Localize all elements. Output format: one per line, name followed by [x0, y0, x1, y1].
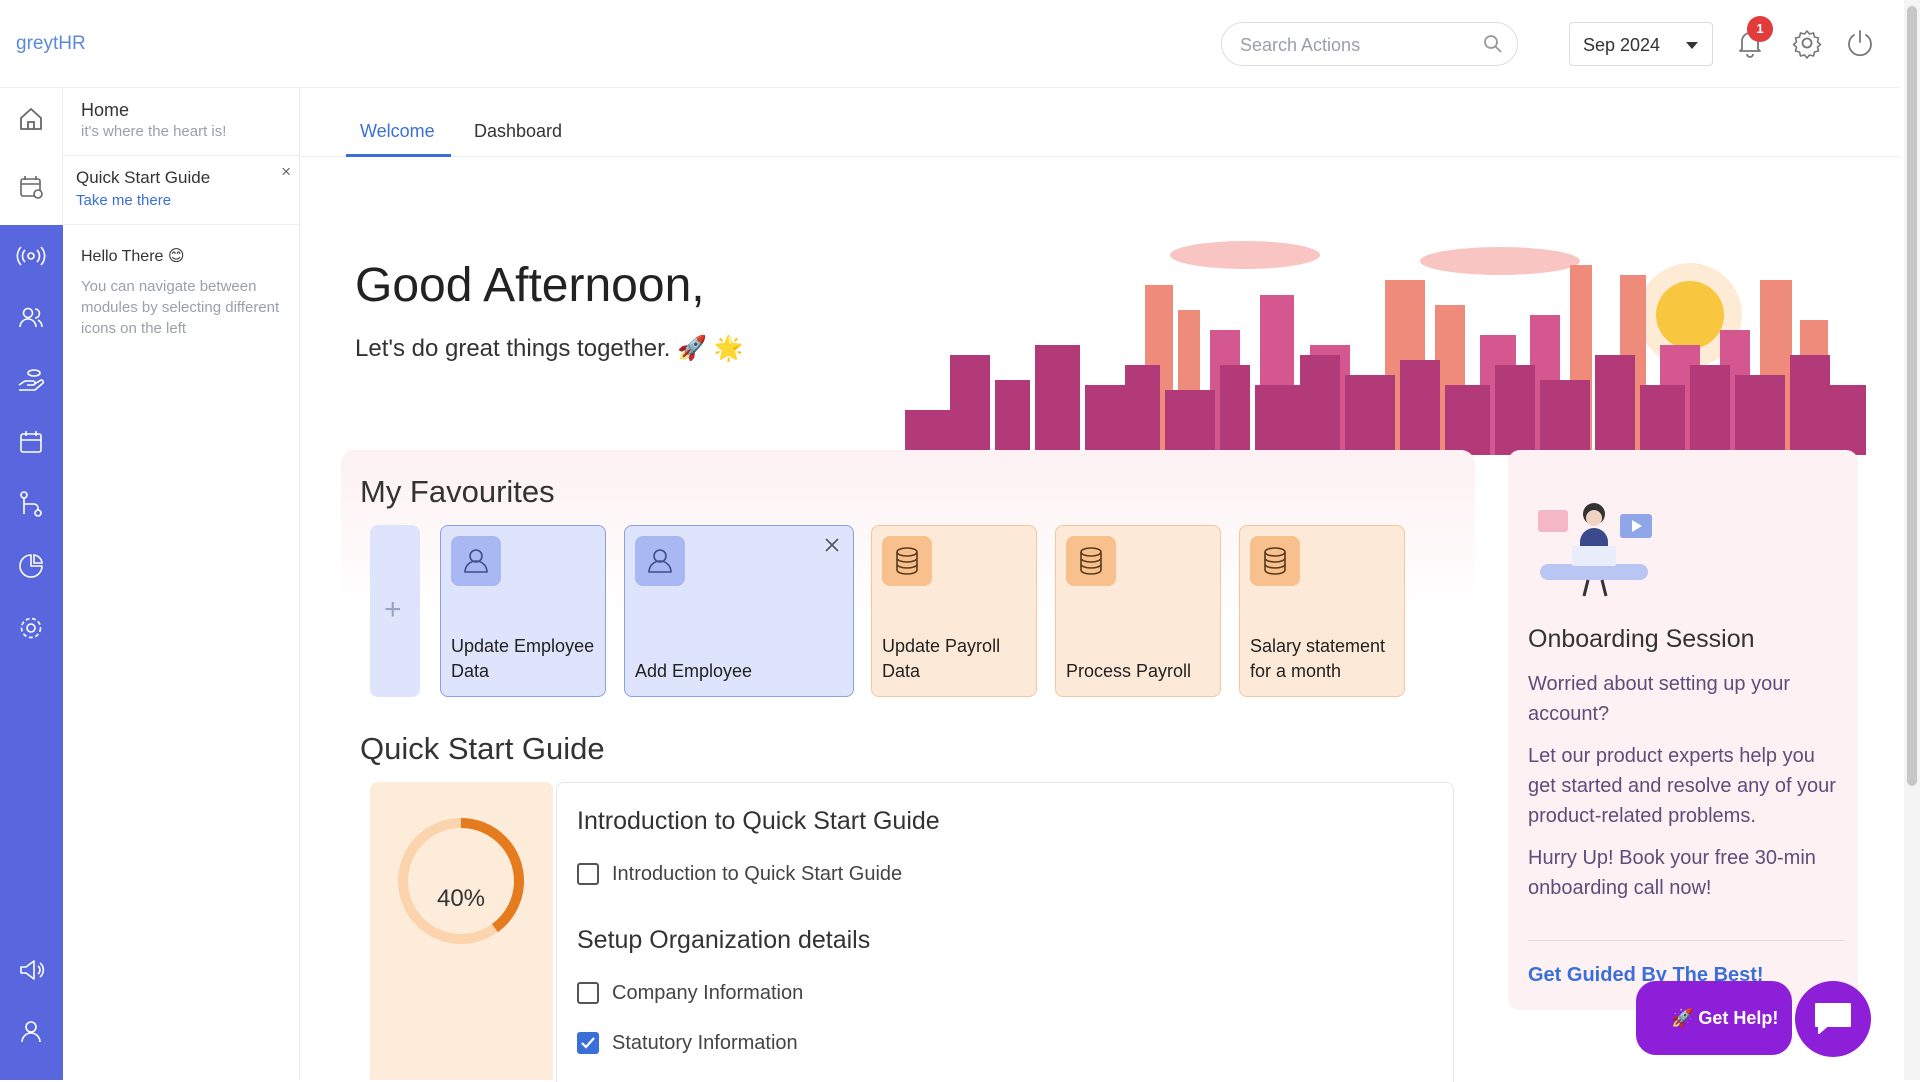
- database-icon: [1066, 536, 1116, 586]
- module-rail: [0, 225, 63, 1080]
- megaphone-icon[interactable]: [14, 953, 48, 987]
- user-icon[interactable]: [14, 1015, 48, 1049]
- chat-button[interactable]: [1795, 981, 1871, 1057]
- greeting-subtitle: Let's do great things together. 🚀 🌟: [355, 335, 744, 362]
- tab-dashboard[interactable]: Dashboard: [474, 121, 562, 142]
- hello-title: Hello There 😊: [81, 248, 185, 265]
- scrollbar-thumb[interactable]: [1907, 6, 1917, 786]
- checkbox[interactable]: [577, 982, 599, 1004]
- favourite-label: Salary statement for a month: [1250, 636, 1386, 681]
- close-icon[interactable]: ×: [281, 162, 291, 182]
- database-icon: [1250, 536, 1300, 586]
- calendar-icon[interactable]: [14, 425, 48, 459]
- quick-start-checklist: Introduction to Quick Start Guide Introd…: [556, 782, 1454, 1082]
- progress-donut: 40%: [387, 807, 535, 955]
- take-me-there-link[interactable]: Take me there: [76, 192, 171, 209]
- onboarding-title: Onboarding Session: [1528, 625, 1755, 653]
- progress-percent: 40%: [436, 885, 486, 912]
- home-icon[interactable]: [14, 102, 48, 136]
- onboarding-illustration: [1538, 503, 1652, 597]
- section-heading: Setup Organization details: [577, 926, 871, 954]
- onboarding-text-1: Worried about setting up your account?: [1528, 673, 1791, 725]
- calendar-settings-icon[interactable]: [14, 170, 48, 204]
- checklist-label: Company Information: [612, 982, 804, 1004]
- home-nav-item[interactable]: Home it's where the heart is!: [63, 88, 299, 156]
- hand-coin-icon[interactable]: [14, 363, 48, 397]
- search-box[interactable]: [1221, 22, 1518, 66]
- person-icon: [451, 536, 501, 586]
- settings-cog-icon[interactable]: [14, 611, 48, 645]
- hello-description: You can navigate between modules by sele…: [81, 278, 280, 337]
- get-help-label: 🚀 Get Help!: [1671, 1008, 1779, 1028]
- chevron-down-icon: [1686, 42, 1698, 49]
- favourites-title: My Favourites: [360, 474, 555, 509]
- plus-icon: +: [384, 593, 402, 626]
- checklist-label: Statutory Information: [612, 1032, 798, 1054]
- person-icon: [635, 536, 685, 586]
- home-title: Home: [81, 100, 130, 120]
- checklist-label: Introduction to Quick Start Guide: [612, 863, 903, 885]
- rail-top: [0, 88, 63, 225]
- scrollbar[interactable]: [1904, 0, 1920, 1080]
- workflow-icon[interactable]: [14, 487, 48, 521]
- onboarding-card: Onboarding Session Worried about setting…: [1508, 450, 1858, 1010]
- hello-hint: Hello There 😊 You can navigate between m…: [81, 246, 281, 339]
- people-icon[interactable]: [14, 301, 48, 335]
- qsg-title: Quick Start Guide: [76, 168, 211, 187]
- month-selector[interactable]: Sep 2024: [1569, 22, 1713, 66]
- city-skyline-illustration: [905, 241, 1866, 455]
- remove-favourite-close-icon[interactable]: [823, 536, 841, 559]
- month-value: Sep 2024: [1583, 35, 1661, 55]
- favourite-label: Update Payroll Data: [882, 636, 1001, 681]
- gear-icon[interactable]: [1790, 26, 1824, 60]
- quick-start-nav-item[interactable]: Quick Start Guide Take me there ×: [63, 156, 299, 225]
- top-bar: greytHR Sep 2024 1: [0, 0, 1900, 88]
- favourite-card-add-employee[interactable]: Add Employee: [624, 525, 854, 697]
- search-icon[interactable]: [1483, 34, 1503, 59]
- checkbox-checked[interactable]: [577, 1032, 599, 1054]
- quick-start-title: Quick Start Guide: [360, 731, 605, 766]
- tab-welcome[interactable]: Welcome: [360, 121, 435, 142]
- tab-bar: Welcome Dashboard: [300, 88, 1900, 157]
- favourite-label: Process Payroll: [1066, 661, 1192, 681]
- onboarding-text-2: Let our product experts help you get sta…: [1528, 745, 1836, 827]
- checkbox[interactable]: [577, 863, 599, 885]
- favourite-card-update-payroll-data[interactable]: Update Payroll Data: [871, 525, 1037, 697]
- notification-badge: 1: [1747, 16, 1773, 42]
- get-help-button[interactable]: 🚀 Get Help!: [1636, 981, 1792, 1055]
- chat-bubble-icon: [1815, 1003, 1851, 1034]
- brand-logo[interactable]: greytHR: [16, 33, 86, 55]
- database-icon: [882, 536, 932, 586]
- broadcast-icon[interactable]: [14, 239, 48, 273]
- greeting-heading: Good Afternoon,: [355, 259, 705, 312]
- active-tab-indicator: [346, 154, 451, 157]
- favourite-label: Update Employee Data: [451, 636, 595, 681]
- onboarding-text-3: Hurry Up! Book your free 30-min onboardi…: [1528, 847, 1816, 899]
- section-heading: Introduction to Quick Start Guide: [577, 807, 940, 835]
- search-input[interactable]: [1240, 33, 1470, 57]
- home-subtitle: it's where the heart is!: [81, 123, 227, 140]
- pie-chart-icon[interactable]: [14, 549, 48, 583]
- favourite-card-salary-statement[interactable]: Salary statement for a month: [1239, 525, 1405, 697]
- add-favourite-button[interactable]: +: [370, 525, 420, 697]
- side-panel: Home it's where the heart is! Quick Star…: [63, 88, 300, 1080]
- divider: [1528, 940, 1844, 941]
- power-icon[interactable]: [1843, 26, 1877, 60]
- quick-start-progress-panel: 40%: [370, 782, 553, 1080]
- favourite-card-update-employee-data[interactable]: Update Employee Data: [440, 525, 606, 697]
- favourite-label: Add Employee: [635, 661, 753, 681]
- favourite-card-process-payroll[interactable]: Process Payroll: [1055, 525, 1221, 697]
